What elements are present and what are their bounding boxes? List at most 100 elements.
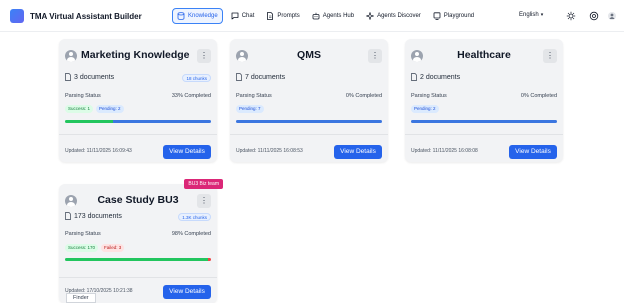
document-icon [236,73,242,81]
knowledge-card[interactable]: BU3 Biz team Case Study BU3 ⋮ 173 docume… [59,179,223,303]
monitor-icon [433,12,441,20]
avatar [65,50,77,62]
settings-icon[interactable] [589,11,599,21]
chevron-down-icon: ▾ [540,12,544,18]
parsing-status-value: 98% Completed [171,231,211,237]
parsing-status-value: 33% Completed [171,93,211,99]
nav-playground[interactable]: Playground [429,8,478,24]
database-icon [177,12,185,20]
nav-chat[interactable]: Chat [227,8,259,24]
updated-timestamp: Updated: 11/11/2025 16:09:43 [65,148,132,154]
brand[interactable]: TMA Virtual Assistant Builder [10,9,142,23]
document-icon [65,73,71,81]
main-nav: Knowledge Chat Prompts Agents Hub Agents… [172,8,478,24]
nav-chat-label: Chat [241,13,255,19]
parsing-status-label: Parsing Status [236,93,272,99]
progress-bar [65,258,211,261]
card-title: Case Study BU3 [97,194,179,206]
pending-badge: Pending: 2 [411,105,439,113]
card-header: Case Study BU3 ⋮ [65,194,211,208]
status-badges: Pending: 7 [236,105,264,113]
progress-pending-fill [113,120,211,123]
updated-timestamp: Updated: 11/11/2025 16:08:53 [236,148,303,154]
document-count: 7 documents [236,73,285,81]
avatar [65,195,77,207]
progress-success-fill [65,120,114,123]
progress-pending-fill [236,120,382,123]
progress-bar [65,120,211,123]
avatar [411,50,423,62]
document-count-label: 173 documents [74,212,122,220]
view-details-button[interactable]: View Details [163,285,211,299]
progress-failed-fill [208,258,211,261]
document-icon [65,212,71,220]
status-badges: Pending: 2 [411,105,439,113]
document-count-label: 7 documents [245,73,286,81]
more-options-button[interactable]: ⋮ [197,194,211,208]
chunks-badge: 1.3K chunks [178,213,211,221]
parsing-status-label: Parsing Status [65,231,101,237]
parsing-status-label: Parsing Status [65,93,101,99]
more-options-button[interactable]: ⋮ [197,49,211,63]
card-title: QMS [297,49,321,61]
nav-knowledge-label: Knowledge [188,13,218,19]
success-badge: Success: 1 [65,105,94,113]
pending-badge: Pending: 7 [236,105,264,113]
card-divider [59,277,217,278]
nav-agents-hub-label: Agents Hub [322,13,355,19]
success-badge: Success: 170 [65,244,99,252]
nav-agents-discover[interactable]: Agents Discover [362,8,425,24]
parsing-status-value: 0% Completed [345,93,382,99]
document-count: 3 documents [65,73,114,81]
nav-agents-hub[interactable]: Agents Hub [308,8,358,24]
language-select[interactable]: English ▾ [519,12,543,18]
updated-timestamp: Updated: 11/11/2025 16:08:08 [411,148,478,154]
document-count: 2 documents [411,73,460,81]
more-options-button[interactable]: ⋮ [368,49,382,63]
top-bar: TMA Virtual Assistant Builder Knowledge … [0,0,624,32]
pending-badge: Pending: 2 [96,105,124,113]
document-count: 173 documents [65,212,122,220]
card-title: Marketing Knowledge [81,49,190,61]
parsing-status-label: Parsing Status [411,93,447,99]
avatar [236,50,248,62]
view-details-button[interactable]: View Details [334,145,382,159]
progress-success-fill [65,258,209,261]
language-label: English [519,12,539,18]
app-logo-icon [10,9,24,23]
progress-bar [236,120,382,123]
theme-toggle-icon[interactable] [566,11,576,21]
nav-playground-label: Playground [443,13,475,19]
progress-pending-fill [411,120,557,123]
card-divider [230,134,388,135]
nav-knowledge[interactable]: Knowledge [172,8,223,24]
card-header: QMS ⋮ [236,49,382,63]
knowledge-card[interactable]: Healthcare ⋮ 2 documents Parsing Status … [405,39,563,162]
sparkle-icon [366,12,374,20]
more-options-button[interactable]: ⋮ [543,49,557,63]
nav-prompts[interactable]: Prompts [262,8,303,24]
user-menu-icon[interactable] [607,11,617,21]
chunks-badge: 18 chunks [182,74,211,82]
tooltip: Finder [66,293,96,303]
view-details-button[interactable]: View Details [163,145,211,159]
parsing-status-value: 0% Completed [520,93,557,99]
robot-icon [312,12,320,20]
status-badges: Success: 1 Pending: 2 [65,105,124,113]
nav-prompts-label: Prompts [277,13,300,19]
nav-agents-discover-label: Agents Discover [377,13,421,19]
view-details-button[interactable]: View Details [509,145,557,159]
chat-icon [231,12,239,20]
status-badges: Success: 170 Failed: 3 [65,244,125,252]
failed-badge: Failed: 3 [101,244,125,252]
document-count-label: 2 documents [420,73,461,81]
card-divider [405,134,563,135]
card-header: Healthcare ⋮ [411,49,557,63]
document-count-label: 3 documents [74,73,115,81]
card-divider [59,134,217,135]
knowledge-card[interactable]: Marketing Knowledge ⋮ 3 documents 18 chu… [59,39,217,162]
app-title: TMA Virtual Assistant Builder [30,11,142,21]
team-tag: BU3 Biz team [184,179,223,189]
knowledge-card[interactable]: QMS ⋮ 7 documents Parsing Status 0% Comp… [230,39,388,162]
document-icon [266,12,274,20]
